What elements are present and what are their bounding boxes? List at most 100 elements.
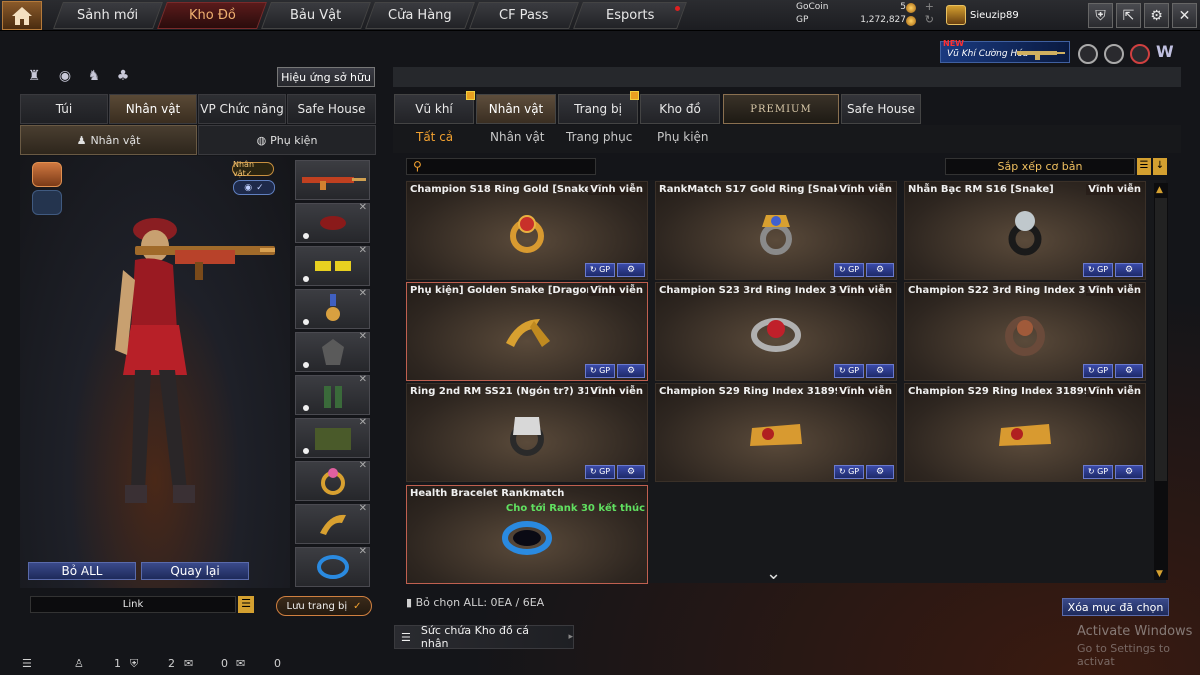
- slot-glasses[interactable]: ✕: [295, 245, 370, 286]
- remove-icon[interactable]: ✕: [359, 417, 367, 428]
- scrollbar-thumb[interactable]: [1155, 198, 1167, 481]
- recharge-button[interactable]: ↻ GP: [1083, 263, 1113, 277]
- remove-icon[interactable]: ✕: [359, 331, 367, 342]
- item-card[interactable]: Phụ kiện] Golden Snake [Dragon Fu Vĩnh v…: [406, 282, 648, 381]
- remove-icon[interactable]: ✕: [359, 503, 367, 514]
- remove-icon[interactable]: ✕: [359, 374, 367, 385]
- scroll-down-icon[interactable]: ▼: [1156, 569, 1163, 579]
- slot-bracelet[interactable]: ✕: [295, 546, 370, 587]
- recharge-button[interactable]: ↻ GP: [1083, 465, 1113, 479]
- filter-character[interactable]: Nhân vật: [490, 130, 545, 144]
- sort-direction-icon[interactable]: ↓: [1153, 158, 1167, 175]
- slot-weapon[interactable]: [295, 160, 370, 200]
- event-icon-2[interactable]: [1104, 44, 1124, 64]
- remove-all-button[interactable]: Bỏ ALL: [28, 562, 136, 580]
- subtab-character[interactable]: ♟ Nhân vật: [20, 125, 197, 155]
- owned-effects-button[interactable]: Hiệu ứng sở hữu: [277, 67, 375, 87]
- settings-button[interactable]: ⚙: [617, 465, 645, 479]
- item-card[interactable]: Champion S18 Ring Gold [Snake] Vĩnh viễn…: [406, 181, 648, 280]
- remove-icon[interactable]: ✕: [359, 288, 367, 299]
- search-input[interactable]: ⚲: [406, 158, 596, 175]
- nav-tab-cf-pass[interactable]: CF Pass: [469, 2, 579, 29]
- item-card[interactable]: Champion S23 3rd Ring Index 31899 Vĩnh v…: [655, 282, 897, 381]
- item-card[interactable]: Health Bracelet Rankmatch Cho tới Rank 3…: [406, 485, 648, 584]
- settings-button[interactable]: ⚙: [1115, 465, 1143, 479]
- settings-button[interactable]: ⚙: [617, 263, 645, 277]
- settings-button[interactable]: ⚙: [1115, 364, 1143, 378]
- menu-icon[interactable]: ☰: [238, 596, 254, 613]
- right-tab-weapons[interactable]: Vũ khí: [394, 91, 475, 124]
- w-logo-icon[interactable]: W: [1156, 42, 1180, 64]
- slot-grenades[interactable]: ✕: [295, 374, 370, 415]
- scroll-up-icon[interactable]: ▲: [1156, 185, 1163, 195]
- visibility-toggle[interactable]: ◉ ✓: [233, 180, 275, 195]
- settings-button[interactable]: ⚙: [1144, 3, 1169, 28]
- filter-costume[interactable]: Trang phục: [566, 130, 632, 144]
- character-visible-badge[interactable]: Nhân vật✓: [232, 160, 274, 178]
- promo-banner[interactable]: NEW Vũ Khí Cường Hóa: [940, 39, 1070, 63]
- left-tab-character[interactable]: Nhân vật: [109, 94, 197, 124]
- recharge-button[interactable]: ↻ GP: [585, 364, 615, 378]
- filter-all[interactable]: Tất cả: [416, 130, 453, 144]
- chevron-down-icon[interactable]: ⌄: [766, 563, 781, 584]
- character-icon[interactable]: ♞: [84, 68, 104, 86]
- remove-icon[interactable]: ✕: [359, 202, 367, 213]
- slot-vest[interactable]: ✕: [295, 417, 370, 458]
- home-button[interactable]: [2, 1, 42, 30]
- left-tab-bag[interactable]: Túi: [20, 94, 108, 124]
- view-icon[interactable]: ◉: [55, 68, 75, 86]
- friends-icon[interactable]: ♙: [74, 657, 84, 670]
- left-tab-function[interactable]: VP Chức năng: [198, 94, 286, 124]
- recharge-button[interactable]: ↻ GP: [585, 465, 615, 479]
- slot-snake[interactable]: ✕: [295, 503, 370, 544]
- save-equipment-button[interactable]: Lưu trang bị ✓: [276, 596, 372, 616]
- item-card[interactable]: Ring 2nd RM SS21 (Ngón tr?) 31899 Vĩnh v…: [406, 383, 648, 482]
- nav-tab-lobby[interactable]: Sảnh mới: [53, 2, 163, 29]
- list-icon[interactable]: ☰: [22, 657, 32, 670]
- recharge-button[interactable]: ↻ GP: [1083, 364, 1113, 378]
- menu-icon[interactable]: ☰: [1137, 158, 1151, 175]
- right-tab-premium[interactable]: PREMIUM: [723, 94, 839, 124]
- right-tab-character[interactable]: Nhân vật: [476, 94, 556, 124]
- item-card[interactable]: Champion S29 Ring Index 31899 Vĩnh viễn …: [655, 383, 897, 482]
- add-icon[interactable]: +: [925, 0, 934, 13]
- recharge-button[interactable]: ↻ GP: [834, 263, 864, 277]
- mail-icon[interactable]: ✉: [236, 657, 245, 670]
- slot-hat[interactable]: ✕: [295, 202, 370, 243]
- filter-accessory[interactable]: Phụ kiện: [657, 130, 709, 144]
- settings-button[interactable]: ⚙: [866, 263, 894, 277]
- refresh-icon[interactable]: ↻: [925, 13, 934, 26]
- shield-button[interactable]: ⛨: [1088, 3, 1113, 28]
- remove-icon[interactable]: ✕: [359, 460, 367, 471]
- remove-icon[interactable]: ✕: [359, 245, 367, 256]
- left-tab-safe-house[interactable]: Safe House: [287, 94, 376, 124]
- sort-select[interactable]: Sắp xếp cơ bản: [945, 158, 1135, 175]
- settings-button[interactable]: ⚙: [617, 364, 645, 378]
- settings-button[interactable]: ⚙: [866, 465, 894, 479]
- right-tab-storage[interactable]: Kho đồ: [640, 94, 720, 124]
- item-card[interactable]: Champion S29 Ring Index 31899 Vĩnh viễn …: [904, 383, 1146, 482]
- link-field[interactable]: Link: [30, 596, 236, 613]
- back-button[interactable]: Quay lại: [141, 562, 249, 580]
- nav-tab-treasure[interactable]: Bảu Vật: [261, 2, 371, 29]
- delete-selected-button[interactable]: Xóa mục đã chọn: [1062, 598, 1169, 616]
- slot-mask[interactable]: ✕: [295, 331, 370, 372]
- nav-tab-shop[interactable]: Cửa Hàng: [365, 2, 475, 29]
- user-profile[interactable]: Sieuzip89: [946, 4, 1066, 26]
- remove-icon[interactable]: ✕: [359, 546, 367, 557]
- event-icon-3[interactable]: [1130, 44, 1150, 64]
- item-card[interactable]: Nhẫn Bạc RM S16 [Snake] Vĩnh viễn ↻ GP ⚙: [904, 181, 1146, 280]
- bag-icon[interactable]: ♣: [113, 68, 133, 86]
- shield-icon[interactable]: ⛨: [130, 657, 138, 671]
- exit-button[interactable]: ⇱: [1116, 3, 1141, 28]
- item-card[interactable]: RankMatch S17 Gold Ring [Snake] Vĩnh viễ…: [655, 181, 897, 280]
- subtab-accessory[interactable]: ◍ Phụ kiện: [198, 125, 376, 155]
- event-icon-1[interactable]: [1078, 44, 1098, 64]
- item-card[interactable]: Champion S22 3rd Ring Index 31899 Vĩnh v…: [904, 282, 1146, 381]
- pose-button[interactable]: [32, 162, 62, 187]
- storage-capacity-button[interactable]: ☰ Sức chứa Kho đồ cá nhân ▸: [394, 624, 574, 650]
- recharge-button[interactable]: ↻ GP: [834, 465, 864, 479]
- settings-button[interactable]: ⚙: [1115, 263, 1143, 277]
- recharge-button[interactable]: ↻ GP: [585, 263, 615, 277]
- chat-icon[interactable]: ✉: [184, 657, 193, 670]
